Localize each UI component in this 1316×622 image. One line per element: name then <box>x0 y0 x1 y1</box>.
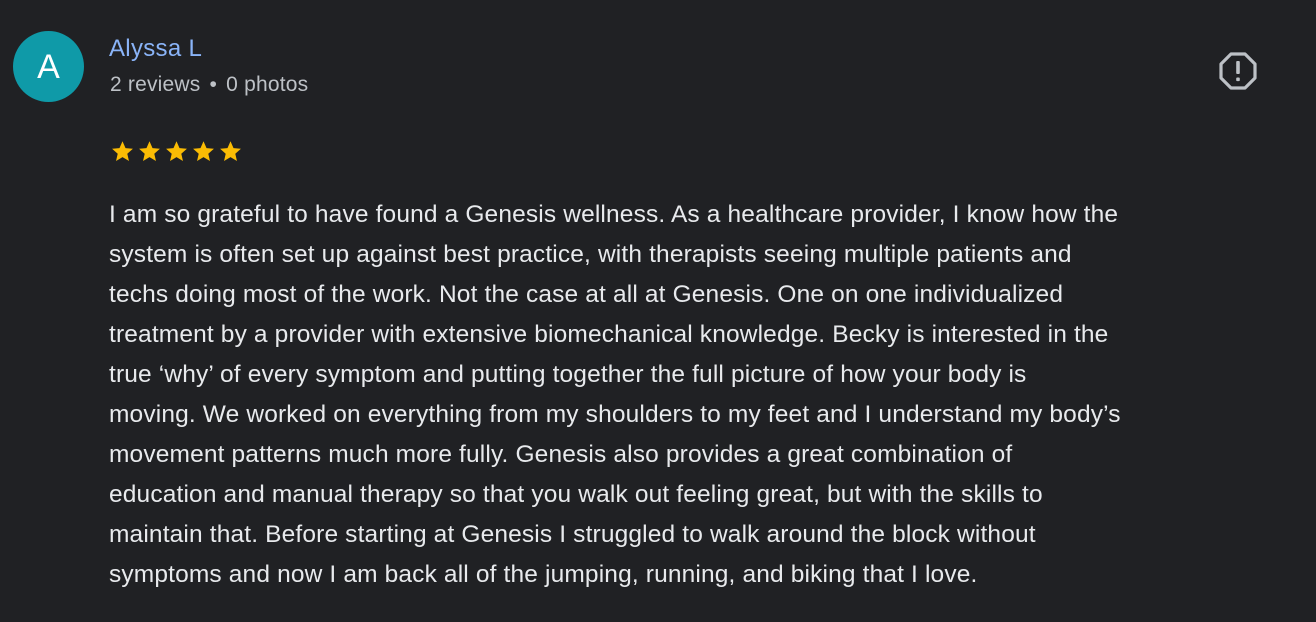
review-card: A Alyssa L 2 reviews • 0 photos I am so … <box>0 0 1316 622</box>
review-text-line: education and manual therapy so that you… <box>109 481 1043 508</box>
star-icon <box>166 141 187 161</box>
review-text: I am so grateful to have found a Genesis… <box>109 195 1299 595</box>
star-icon <box>220 141 241 161</box>
author-name[interactable]: Alyssa L <box>109 35 221 63</box>
report-button[interactable] <box>1218 51 1258 91</box>
review-text-line: movement patterns much more fully. Genes… <box>109 441 1013 468</box>
author-meta: 2 reviews • 0 photos <box>110 73 308 97</box>
photos-count: 0 photos <box>226 73 309 96</box>
star-icon <box>139 141 160 161</box>
review-text-line: symptoms and now I am back all of the ju… <box>109 561 978 588</box>
review-text-line: true ‘why’ of every symptom and putting … <box>109 361 1027 388</box>
report-flag-icon <box>1219 52 1257 90</box>
review-text-line: treatment by a provider with extensive b… <box>109 321 1109 348</box>
review-text-line: techs doing most of the work. Not the ca… <box>109 281 1064 308</box>
reviews-count: 2 reviews <box>110 73 201 96</box>
star-icon <box>193 141 214 161</box>
star-icon <box>112 141 133 161</box>
review-text-line: system is often set up against best prac… <box>109 241 1072 268</box>
review-text-line: maintain that. Before starting at Genesi… <box>109 521 1036 548</box>
review-text-line: I am so grateful to have found a Genesis… <box>109 201 1119 228</box>
review-text-line: moving. We worked on everything from my … <box>109 401 1121 428</box>
star-rating <box>110 139 243 164</box>
avatar[interactable]: A <box>13 31 84 102</box>
meta-separator: • <box>209 73 218 96</box>
avatar-letter: A <box>37 47 60 86</box>
